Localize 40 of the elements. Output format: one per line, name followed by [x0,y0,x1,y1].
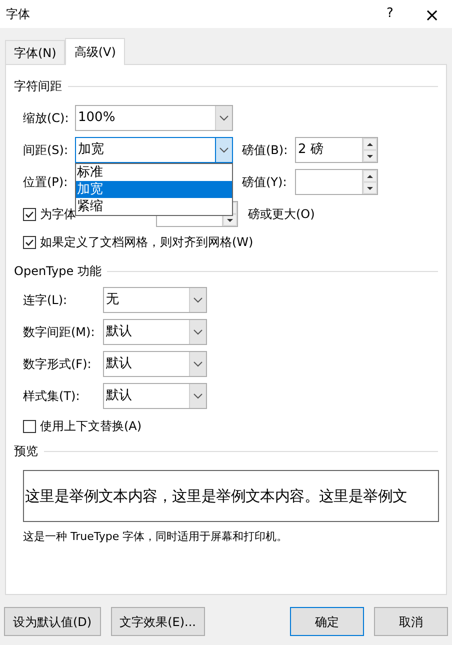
field-label: 位置(P): [23,174,69,191]
dialog-button[interactable]: 确定 [290,607,364,636]
section-title: OpenType 功能 [14,263,102,280]
dropdown[interactable]: 100% [75,105,233,131]
help-button[interactable]: ? [378,2,402,26]
section-title: 字符间距 [14,78,62,95]
dialog-button[interactable]: 设为默认值(D) [4,607,101,636]
tab[interactable]: 高级(V) [65,38,125,65]
field-label: 连字(L): [23,292,68,309]
checkbox[interactable] [23,420,36,432]
dropdown-option[interactable]: 标准 [76,164,232,181]
field-label: 缩放(C): [23,110,70,127]
dropdown-option[interactable]: 加宽 [76,181,232,198]
font-note: 这是一种 TrueType 字体，同时适用于屏幕和打印机。 [23,529,289,545]
spin-field[interactable] [295,169,378,195]
field-label: 磅值(B): [242,142,289,159]
tab[interactable]: 字体(N) [5,40,66,64]
checkbox-label: 使用上下文替换(A) [40,418,142,435]
section-title: 预览 [14,443,38,460]
dropdown-option[interactable]: 紧缩 [76,198,232,215]
window-title: 字体 [6,6,31,23]
checkbox-label: 如果定义了文档网格，则对齐到网格(W) [40,234,254,251]
dialog-button[interactable]: 取消 [374,607,448,636]
checkbox[interactable] [23,208,36,220]
field-label: 间距(S): [23,142,70,159]
field-label: 数字形式(F): [23,356,92,373]
field-label: 数字间距(M): [23,324,96,341]
spin-field[interactable]: 2 磅 [295,137,378,163]
dialog-button[interactable]: 文字效果(E)... [110,607,205,636]
checkbox[interactable] [23,236,36,248]
field-label: 样式集(T): [23,388,81,405]
field-label: 磅或更大(O) [248,206,315,223]
dropdown[interactable]: 默认 [103,319,207,345]
dropdown[interactable]: 默认 [103,383,207,409]
close-button[interactable]: × [420,2,444,26]
dropdown[interactable]: 无 [103,287,207,313]
field-label: 磅值(Y): [242,174,288,191]
dropdown[interactable]: 默认 [103,351,207,377]
preview-text: 这里是举例文本内容，这里是举例文本内容。这里是举例文 [24,486,408,507]
checkbox-label: 为字体 [40,206,76,223]
